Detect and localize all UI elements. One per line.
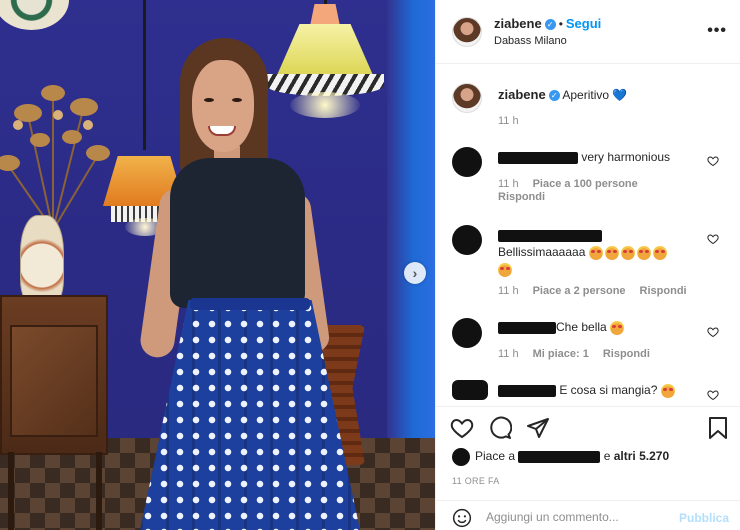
post-location[interactable]: Dabass Milano xyxy=(494,35,567,47)
woman-figure xyxy=(138,38,370,530)
like-comment-heart-icon[interactable] xyxy=(707,326,719,338)
heart-icon[interactable] xyxy=(450,416,474,440)
author-line: ziabene ✓ • Segui xyxy=(494,16,601,31)
smiley-icon[interactable] xyxy=(452,508,472,528)
comment-time: 11 h xyxy=(498,178,519,190)
bookmark-icon[interactable] xyxy=(706,416,730,440)
share-icon[interactable] xyxy=(526,416,550,440)
heart-eyes-emoji xyxy=(604,245,619,260)
heart-eyes-emoji xyxy=(620,245,635,260)
raising-hands-emoji xyxy=(610,320,625,335)
heart-eyes-emoji xyxy=(498,262,512,277)
chevron-right-icon: › xyxy=(412,265,418,281)
cabinet-leg xyxy=(8,452,14,530)
post-photo[interactable]: › xyxy=(0,0,435,530)
redacted-username xyxy=(498,229,602,242)
comment-input[interactable] xyxy=(486,510,666,524)
wooden-cabinet xyxy=(0,295,108,455)
post-actions-bar xyxy=(436,406,740,446)
redacted-username xyxy=(518,451,601,463)
caption-avatar[interactable] xyxy=(452,83,482,113)
dried-flowers xyxy=(0,85,110,230)
cabinet-leg xyxy=(96,452,102,530)
caption-text: Aperitivo xyxy=(562,88,610,102)
follow-button[interactable]: Segui xyxy=(566,16,601,31)
liker-avatar[interactable] xyxy=(452,448,470,466)
comment-3-meta: 11 h Mi piace: 1 Rispondi xyxy=(498,348,664,360)
heart-eyes-emoji xyxy=(636,245,651,260)
like-comment-heart-icon[interactable] xyxy=(707,233,719,245)
like-comment-heart-icon[interactable] xyxy=(707,389,719,401)
likes-suffix: e xyxy=(603,449,611,464)
vase xyxy=(20,215,64,307)
author-avatar[interactable] xyxy=(452,17,482,47)
verified-badge-icon: ✓ xyxy=(548,90,560,102)
comment-likes[interactable]: Piace a 100 persone xyxy=(533,178,638,190)
reply-button[interactable]: Rispondi xyxy=(603,348,650,360)
add-comment-bar: Pubblica xyxy=(436,500,740,530)
redacted-username xyxy=(498,151,578,164)
caption-line: ziabene ✓ Aperitivo 💙 xyxy=(498,87,627,102)
heart-eyes-emoji xyxy=(652,245,667,260)
caption-time: 11 h xyxy=(498,115,519,127)
commenter-avatar[interactable] xyxy=(452,147,482,177)
comment-1-meta: 11 h Piace a 100 persone xyxy=(498,178,652,190)
reply-row: Rispondi xyxy=(498,191,559,203)
comment-likes[interactable]: Piace a 2 persone xyxy=(533,285,626,297)
comment-text: Bellissimaaaaaa xyxy=(498,245,586,259)
post-timestamp[interactable]: 11 ORE FA xyxy=(452,476,500,486)
comment-text: E cosa si mangia? xyxy=(559,383,658,397)
heart-eyes-emoji xyxy=(588,245,603,260)
comment-time: 11 h xyxy=(498,285,519,297)
comment-text: Che bella xyxy=(556,320,607,334)
reply-button[interactable]: Rispondi xyxy=(498,191,545,203)
comment-3: Che bella xyxy=(498,319,708,336)
cabinet-door xyxy=(10,325,98,437)
comment-likes[interactable]: Mi piace: 1 xyxy=(533,348,589,360)
commenter-avatar[interactable] xyxy=(452,318,482,348)
caption-username[interactable]: ziabene xyxy=(498,87,546,102)
comment-text: very harmonious xyxy=(581,150,671,164)
commenter-avatar[interactable] xyxy=(452,225,482,255)
redacted-username xyxy=(498,384,556,397)
like-comment-heart-icon[interactable] xyxy=(707,155,719,167)
comment-time: 11 h xyxy=(498,348,519,360)
comment-2: Bellissimaaaaaa xyxy=(498,227,708,278)
comment-1: very harmonious xyxy=(498,149,708,166)
laughing-emoji xyxy=(660,383,675,398)
reply-button[interactable]: Rispondi xyxy=(640,285,687,297)
post-header: ziabene ✓ • Segui Dabass Milano ••• xyxy=(436,0,740,64)
comments-list: ziabene ✓ Aperitivo 💙 11 h very harmoniou… xyxy=(436,64,740,406)
comment-4: E cosa si mangia? xyxy=(498,382,708,399)
blue-heart-emoji: 💙 xyxy=(612,88,628,102)
likes-others-link[interactable]: altri 5.270 xyxy=(614,449,669,463)
comment-2-meta: 11 h Piace a 2 persone Rispondi xyxy=(498,285,701,297)
verified-badge-icon: ✓ xyxy=(544,19,556,31)
commenter-avatar[interactable] xyxy=(452,380,488,400)
comment-icon[interactable] xyxy=(488,416,512,440)
likes-prefix: Piace a xyxy=(475,449,516,464)
post-details-panel: ziabene ✓ • Segui Dabass Milano ••• ziabene… xyxy=(435,0,740,530)
publish-button[interactable]: Pubblica xyxy=(679,511,729,525)
separator-dot: • xyxy=(558,17,563,31)
likes-summary: Piace a e altri 5.270 xyxy=(452,448,732,466)
more-options-icon[interactable]: ••• xyxy=(707,22,727,40)
author-username[interactable]: ziabene xyxy=(494,16,542,31)
decorative-plate xyxy=(0,0,69,30)
next-photo-button[interactable]: › xyxy=(404,262,426,284)
redacted-username xyxy=(498,321,556,334)
